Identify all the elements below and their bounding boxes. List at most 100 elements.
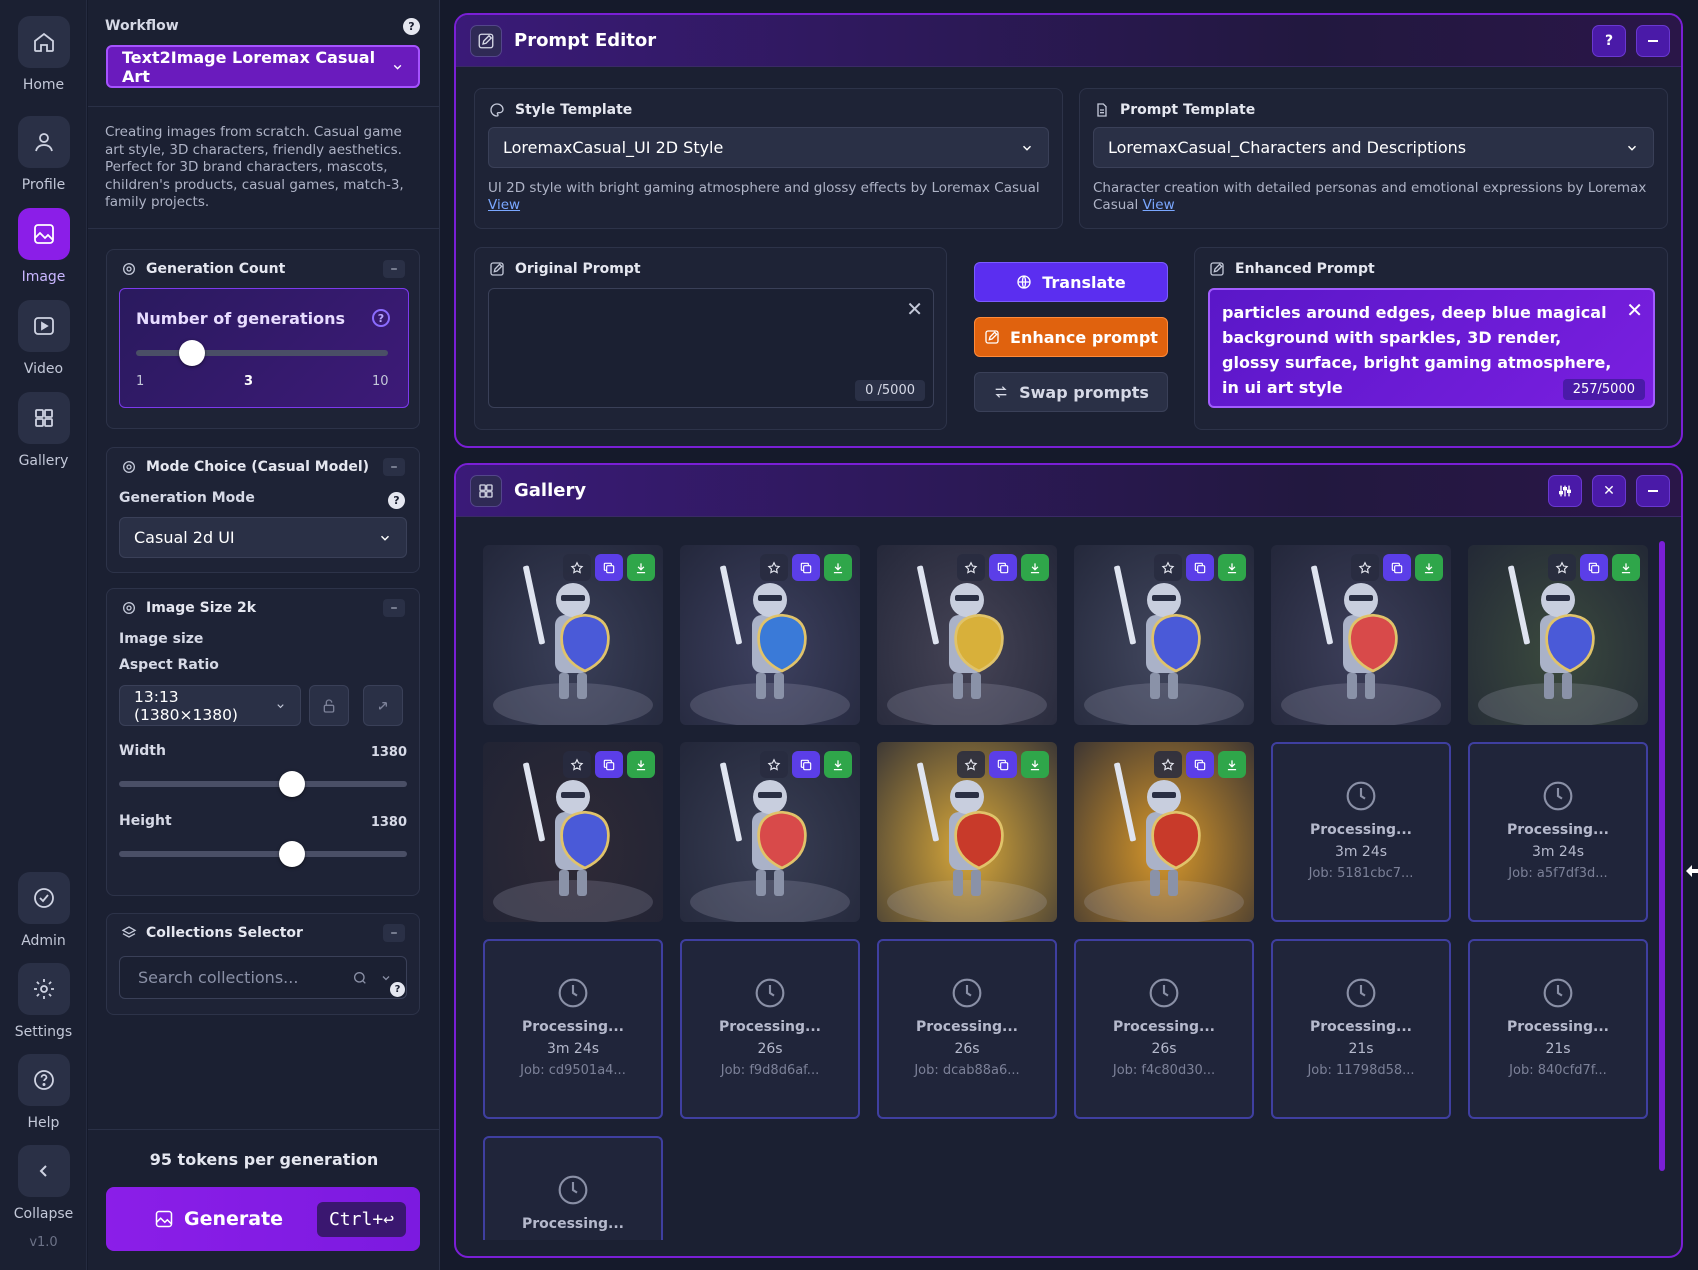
download-icon [1424,562,1434,573]
gallery-close-button[interactable]: ✕ [1592,475,1626,507]
clear-original-icon[interactable]: ✕ [906,297,923,321]
collapse-button[interactable]: – [383,458,405,476]
gallery-image[interactable] [483,742,663,922]
translate-button[interactable]: Translate [974,262,1168,302]
generation-slider-track[interactable] [136,350,388,356]
clear-enhanced-icon[interactable]: ✕ [1626,298,1643,322]
help-icon[interactable]: ? [388,492,405,509]
copy-button[interactable] [595,554,623,581]
rail-item-settings[interactable]: Settings [0,963,87,1040]
enhanced-prompt-textarea[interactable]: particles around edges, deep blue magica… [1208,288,1655,408]
palette-icon [490,103,504,117]
favorite-button[interactable] [1548,554,1576,581]
copy-button[interactable] [1383,554,1411,581]
height-slider-thumb[interactable] [278,841,305,867]
generation-slider-thumb[interactable] [178,340,205,366]
workflow-select[interactable]: Text2Image Loremax Casual Art [106,45,420,88]
copy-icon [997,759,1009,770]
prompt-minimize-button[interactable] [1636,25,1670,57]
rail-item-collapse[interactable]: Collapse [0,1145,87,1222]
rail-item-image[interactable]: Image [0,208,87,285]
copy-button[interactable] [792,751,820,778]
download-button[interactable] [1612,554,1640,581]
collapse-button[interactable]: – [383,924,405,942]
style-template-view-link[interactable]: View [488,197,520,213]
original-prompt-textarea[interactable]: ✕ 0 /5000 [488,288,934,408]
gallery-minimize-button[interactable] [1636,475,1670,507]
help-icon[interactable]: ? [390,982,405,997]
prompt-template-view-link[interactable]: View [1143,197,1175,213]
gallery-image[interactable] [680,742,860,922]
help-icon[interactable]: ? [372,309,390,327]
gallery-image[interactable] [1468,545,1648,725]
download-button[interactable] [1218,554,1246,581]
gallery-image[interactable] [1271,545,1451,725]
copy-button[interactable] [1186,751,1214,778]
copy-button[interactable] [595,751,623,778]
gear-icon [17,963,70,1015]
generate-button[interactable]: Generate Ctrl+↩ [106,1187,420,1251]
collapse-button[interactable]: – [383,599,405,617]
swap-prompts-button[interactable]: Swap prompts [974,372,1168,412]
aspect-ratio-select[interactable]: 13:13 (1380×1380) [119,685,301,726]
enhance-prompt-button[interactable]: Enhance prompt [974,317,1168,357]
download-button[interactable] [1218,751,1246,778]
enhanced-prompt-card: Enhanced Prompt particles around edges, … [1194,247,1668,430]
download-button[interactable] [627,554,655,581]
height-value: 1380 [370,815,407,830]
workflow-help-icon[interactable]: ? [403,18,420,35]
height-slider-track[interactable] [119,851,407,857]
prompt-help-button[interactable]: ? [1592,25,1626,57]
download-button[interactable] [1415,554,1443,581]
gallery-scrollbar[interactable] [1659,541,1665,1171]
prompt-template-select[interactable]: LoremaxCasual_Characters and Description… [1093,127,1654,168]
favorite-button[interactable] [760,554,788,581]
style-template-select[interactable]: LoremaxCasual_UI 2D Style [488,127,1049,168]
width-slider-track[interactable] [119,781,407,787]
favorite-button[interactable] [563,554,591,581]
favorite-button[interactable] [760,751,788,778]
rail-item-profile[interactable]: Profile [0,116,87,193]
favorite-button[interactable] [1351,554,1379,581]
gallery-image[interactable] [1074,742,1254,922]
gallery-image[interactable] [680,545,860,725]
rail-item-help[interactable]: Help [0,1054,87,1131]
copy-button[interactable] [989,751,1017,778]
swap-dimensions-button[interactable] [363,685,403,726]
processing-title: Processing... [1507,822,1609,838]
collapse-button[interactable]: – [383,260,405,278]
gallery-image[interactable] [483,545,663,725]
copy-icon [603,562,615,573]
copy-button[interactable] [1186,554,1214,581]
lock-aspect-button[interactable] [309,685,349,726]
gallery-filter-button[interactable] [1548,475,1582,507]
favorite-button[interactable] [563,751,591,778]
download-button[interactable] [1021,751,1049,778]
favorite-button[interactable] [1154,751,1182,778]
copy-icon [1391,562,1403,573]
download-button[interactable] [824,554,852,581]
processing-time: 26s [1151,1041,1177,1057]
rail-item-gallery[interactable]: Gallery [0,392,87,469]
copy-button[interactable] [989,554,1017,581]
download-icon [636,759,646,770]
rail-item-admin[interactable]: Admin [0,872,87,949]
download-button[interactable] [824,751,852,778]
gallery-image[interactable] [877,742,1057,922]
image-icon [17,208,70,260]
download-button[interactable] [627,751,655,778]
favorite-button[interactable] [1154,554,1182,581]
copy-button[interactable] [792,554,820,581]
rail-item-home[interactable]: Home [0,16,87,93]
processing-title: Processing... [916,1019,1018,1035]
download-button[interactable] [1021,554,1049,581]
copy-button[interactable] [1580,554,1608,581]
favorite-button[interactable] [957,554,985,581]
gallery-image[interactable] [1074,545,1254,725]
generation-mode-select[interactable]: Casual 2d UI [119,517,407,558]
rail-item-video[interactable]: Video [0,300,87,377]
gallery-image[interactable] [877,545,1057,725]
favorite-button[interactable] [957,751,985,778]
collections-search-input[interactable]: Search collections... ? [119,956,407,999]
width-slider-thumb[interactable] [278,771,305,797]
